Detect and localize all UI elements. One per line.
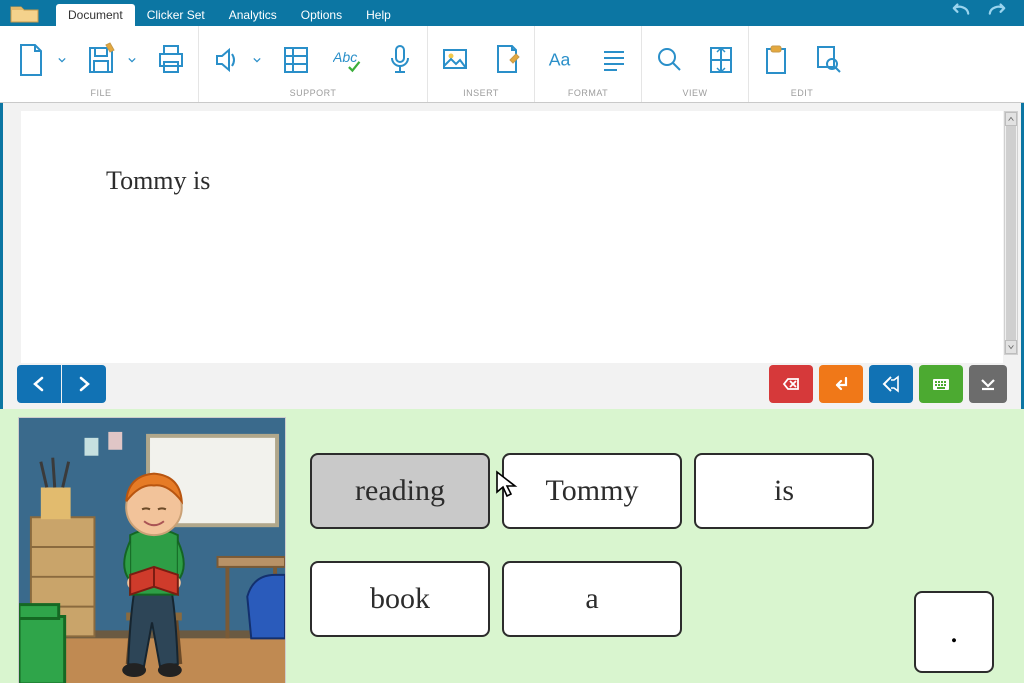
svg-text:Aa: Aa <box>549 49 571 69</box>
word-cell-tommy[interactable]: Tommy <box>502 453 682 529</box>
folder-icon[interactable] <box>8 0 44 26</box>
tab-help[interactable]: Help <box>354 4 403 26</box>
predict-icon[interactable] <box>279 38 313 82</box>
tab-options[interactable]: Options <box>289 4 354 26</box>
word-cell-book[interactable]: book <box>310 561 490 637</box>
document-text: Tommy is <box>106 166 210 195</box>
delete-button[interactable] <box>769 365 813 403</box>
prev-button[interactable] <box>17 365 61 403</box>
group-label-view: VIEW <box>682 88 707 98</box>
redo-icon[interactable] <box>986 1 1008 24</box>
paint-icon[interactable] <box>490 38 524 82</box>
group-label-support: SUPPORT <box>290 88 337 98</box>
layout-icon[interactable] <box>704 38 738 82</box>
find-icon[interactable] <box>811 38 845 82</box>
new-doc-dropdown[interactable] <box>58 51 66 69</box>
save-dropdown[interactable] <box>128 51 136 69</box>
tab-analytics[interactable]: Analytics <box>217 4 289 26</box>
app-root: Document Clicker Set Analytics Options H… <box>0 0 1024 683</box>
collapse-button[interactable] <box>969 365 1007 403</box>
tabs: Document Clicker Set Analytics Options H… <box>56 4 403 26</box>
scroll-thumb[interactable] <box>1006 126 1016 340</box>
document-area: Tommy is <box>0 103 1024 363</box>
print-icon[interactable] <box>154 38 188 82</box>
word-grid-area: reading Tommy is book a . <box>0 409 1024 683</box>
group-label-insert: INSERT <box>463 88 499 98</box>
word-cell-reading[interactable]: reading <box>310 453 490 529</box>
undo-redo <box>950 1 1008 26</box>
return-button[interactable] <box>819 365 863 403</box>
scroll-up-icon[interactable] <box>1005 112 1017 126</box>
new-doc-icon[interactable] <box>14 38 48 82</box>
period-cell[interactable]: . <box>914 591 994 673</box>
scroll-down-icon[interactable] <box>1005 340 1017 354</box>
group-label-file: FILE <box>90 88 111 98</box>
sound-button[interactable] <box>869 365 913 403</box>
mic-icon[interactable] <box>383 38 417 82</box>
ribbon-group-support: Abc SUPPORT <box>199 26 428 102</box>
word-cell-is[interactable]: is <box>694 453 874 529</box>
zoom-icon[interactable] <box>652 38 686 82</box>
group-label-format: FORMAT <box>568 88 608 98</box>
tab-clicker-set[interactable]: Clicker Set <box>135 4 217 26</box>
action-bar <box>0 363 1024 409</box>
title-bar: Document Clicker Set Analytics Options H… <box>0 0 1024 26</box>
clipboard-icon[interactable] <box>759 38 793 82</box>
ribbon-group-edit: EDIT <box>749 26 855 102</box>
scrollbar[interactable] <box>1004 111 1018 355</box>
spellcheck-icon[interactable]: Abc <box>331 38 365 82</box>
ribbon-group-view: VIEW <box>642 26 749 102</box>
prompt-picture <box>18 417 286 683</box>
document-page[interactable]: Tommy is <box>21 111 1003 363</box>
next-button[interactable] <box>62 365 106 403</box>
keyboard-button[interactable] <box>919 365 963 403</box>
tab-document[interactable]: Document <box>56 4 135 26</box>
speaker-icon[interactable] <box>209 38 243 82</box>
word-grid: reading Tommy is book a <box>286 417 1006 683</box>
group-label-edit: EDIT <box>791 88 814 98</box>
lines-icon[interactable] <box>597 38 631 82</box>
ribbon-group-format: Aa FORMAT <box>535 26 642 102</box>
picture-icon[interactable] <box>438 38 472 82</box>
svg-text:Abc: Abc <box>333 49 357 65</box>
word-cell-a[interactable]: a <box>502 561 682 637</box>
ribbon-group-insert: INSERT <box>428 26 535 102</box>
font-icon[interactable]: Aa <box>545 38 579 82</box>
save-icon[interactable] <box>84 38 118 82</box>
ribbon: FILE Abc SUPPORT INSERT Aa F <box>0 26 1024 103</box>
undo-icon[interactable] <box>950 1 972 24</box>
ribbon-group-file: FILE <box>4 26 199 102</box>
speaker-dropdown[interactable] <box>253 51 261 69</box>
